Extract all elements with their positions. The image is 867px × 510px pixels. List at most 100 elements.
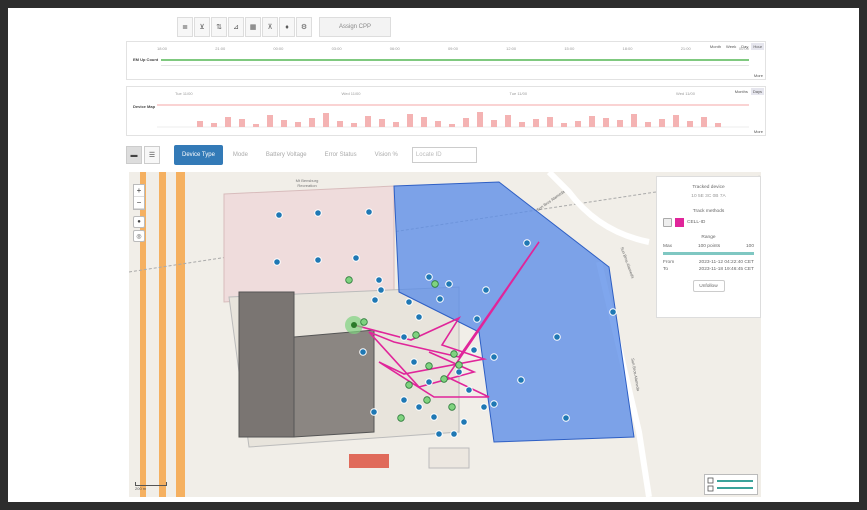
timeline-bar [631, 114, 637, 127]
device-marker[interactable] [400, 333, 408, 341]
device-marker[interactable] [473, 315, 481, 323]
timeline-bar [239, 119, 245, 127]
scale-button-day[interactable]: Day [739, 43, 750, 50]
device-marker-active[interactable] [425, 362, 433, 370]
device-marker[interactable] [553, 333, 561, 341]
device-marker[interactable] [400, 396, 408, 404]
tab-battery-voltage[interactable]: Battery Voltage [258, 145, 315, 165]
device-marker[interactable] [465, 386, 473, 394]
device-marker[interactable] [523, 239, 531, 247]
device-marker-active[interactable] [423, 396, 431, 404]
building-label: Mt Bensburg Recreation [295, 178, 319, 188]
map-canvas[interactable]: + − ● ◎ Mt Bensburg Recreation Sun Bros … [129, 172, 761, 497]
scale-button-week[interactable]: Week [724, 43, 738, 50]
map-view-icon[interactable]: ▬ [126, 146, 142, 164]
device-marker[interactable] [275, 211, 283, 219]
device-marker[interactable] [460, 418, 468, 426]
device-marker-active[interactable] [405, 381, 413, 389]
list-view-icon[interactable]: ☰ [144, 146, 160, 164]
tab-vision[interactable]: Vision % [367, 145, 406, 165]
device-marker[interactable] [455, 368, 463, 376]
device-marker[interactable] [314, 256, 322, 264]
device-marker-active[interactable] [360, 318, 368, 326]
device-marker-active[interactable] [412, 331, 420, 339]
tab-device-type[interactable]: Device Type [174, 145, 223, 165]
sort-icon[interactable]: ⇅ [211, 17, 227, 37]
map-legend[interactable] [704, 474, 758, 495]
tick-label: 06:00 [389, 46, 400, 51]
device-marker[interactable] [359, 348, 367, 356]
tab-error-status[interactable]: Error Status [317, 145, 365, 165]
device-marker[interactable] [480, 403, 488, 411]
device-marker-active[interactable] [450, 350, 458, 358]
device-marker[interactable] [377, 286, 385, 294]
group-filter-icon[interactable]: ⊼ [262, 17, 278, 37]
device-marker[interactable] [425, 378, 433, 386]
scale-button-months[interactable]: Months [733, 88, 750, 95]
scale-button-month[interactable]: Month [708, 43, 723, 50]
device-marker[interactable] [405, 298, 413, 306]
grid-icon[interactable]: ▦ [245, 17, 261, 37]
timeline-bar [295, 122, 301, 127]
assign-cpp-button[interactable]: Assign CPP [319, 17, 391, 37]
device-marker-active[interactable] [397, 414, 405, 422]
device-marker[interactable] [314, 209, 322, 217]
zoom-in-button[interactable]: + [134, 185, 144, 197]
device-marker[interactable] [375, 276, 383, 284]
device-marker[interactable] [370, 408, 378, 416]
timeline-bar [309, 118, 315, 127]
device-marker-active[interactable] [431, 280, 439, 288]
filter-bar: ▬ ☰ Device Type Mode Battery Voltage Err… [126, 145, 477, 165]
range-slider[interactable] [663, 252, 754, 255]
locate-icon[interactable]: ● [133, 216, 145, 228]
device-marker[interactable] [352, 254, 360, 262]
timeline-bar [715, 123, 721, 127]
filter-icon[interactable]: ⊻ [194, 17, 210, 37]
tick-label: 18:00 [622, 46, 633, 51]
device-marker[interactable] [425, 273, 433, 281]
device-marker[interactable] [436, 295, 444, 303]
more-link[interactable]: More [754, 129, 763, 134]
device-marker[interactable] [609, 308, 617, 316]
device-marker[interactable] [490, 353, 498, 361]
timeline-bar [603, 118, 609, 127]
tick-label: 18:00 [157, 46, 168, 51]
device-marker[interactable] [410, 358, 418, 366]
table-icon[interactable]: ≣ [177, 17, 193, 37]
locate-id-input[interactable]: Locate ID [411, 147, 477, 163]
device-marker[interactable] [490, 400, 498, 408]
unfollow-button[interactable]: Unfollow [692, 280, 725, 292]
device-marker[interactable] [435, 430, 443, 438]
device-marker[interactable] [562, 414, 570, 422]
device-marker[interactable] [430, 413, 438, 421]
device-marker[interactable] [445, 280, 453, 288]
device-marker[interactable] [517, 376, 525, 384]
track-color-swatch[interactable] [675, 218, 684, 227]
device-marker[interactable] [273, 258, 281, 266]
timeline-bar [687, 121, 693, 127]
top-toolbar: ≣ ⊻ ⇅ ⊿ ▦ ⊼ ♦ ⚙ Assign CPP [177, 17, 391, 37]
zoom-out-button[interactable]: − [134, 197, 144, 209]
device-marker[interactable] [415, 313, 423, 321]
scale-button-hour[interactable]: Hour [751, 43, 764, 50]
current-position-marker[interactable] [351, 322, 357, 328]
bell-icon[interactable]: ♦ [279, 17, 295, 37]
device-marker[interactable] [482, 286, 490, 294]
device-marker[interactable] [371, 296, 379, 304]
parking-area [223, 185, 395, 303]
layers-icon[interactable]: ◎ [133, 230, 145, 242]
device-marker-active[interactable] [345, 276, 353, 284]
device-marker-active[interactable] [455, 361, 463, 369]
gear-icon[interactable]: ⚙ [296, 17, 312, 37]
device-marker[interactable] [470, 346, 478, 354]
device-marker-active[interactable] [448, 403, 456, 411]
device-marker-active[interactable] [440, 375, 448, 383]
tab-mode[interactable]: Mode [225, 145, 256, 165]
device-marker[interactable] [415, 403, 423, 411]
method-toggle[interactable] [663, 218, 672, 227]
device-marker[interactable] [450, 430, 458, 438]
scale-button-days[interactable]: Days [750, 88, 764, 95]
device-marker[interactable] [365, 208, 373, 216]
more-link[interactable]: More [754, 73, 763, 78]
chart-icon[interactable]: ⊿ [228, 17, 244, 37]
